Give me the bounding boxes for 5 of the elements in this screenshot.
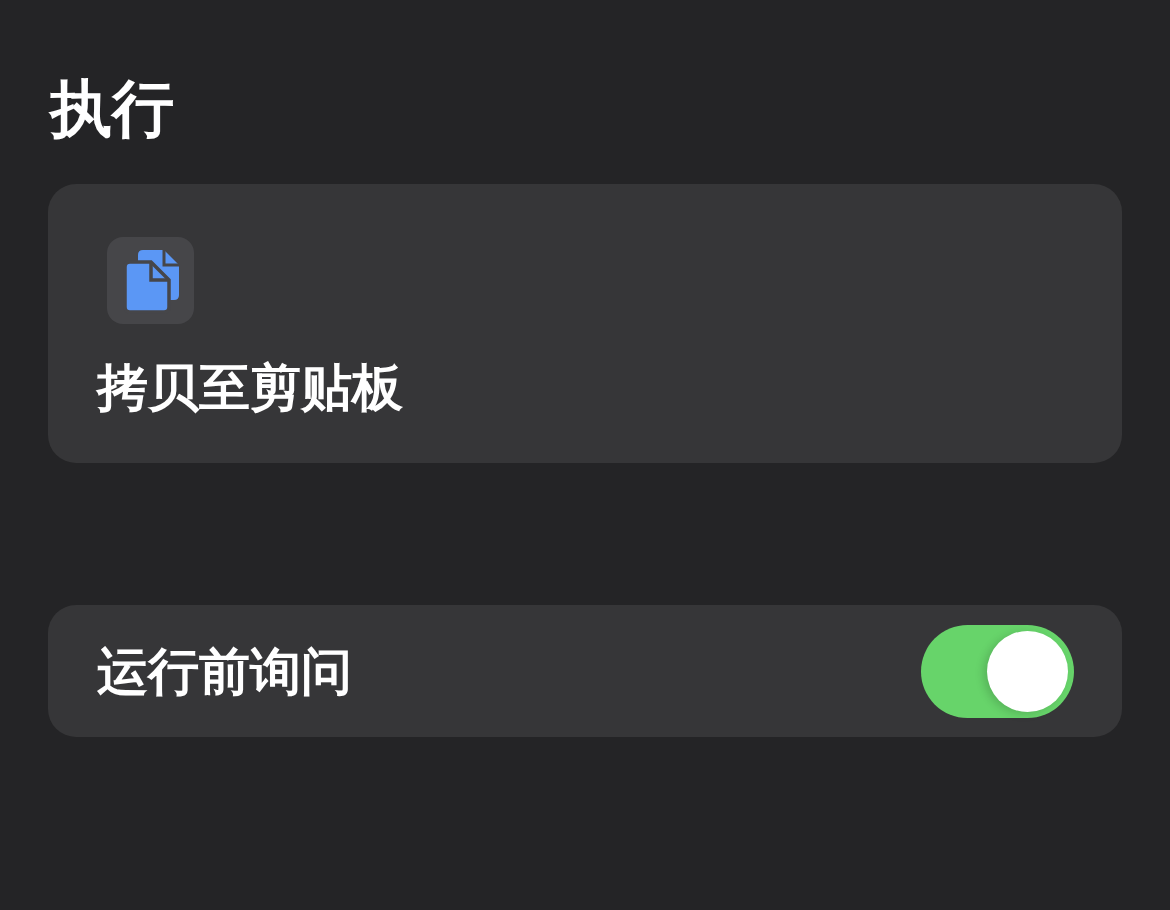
setting-label: 运行前询问 bbox=[97, 640, 352, 702]
action-title: 拷贝至剪贴板 bbox=[97, 357, 403, 418]
documents-icon bbox=[107, 237, 194, 324]
action-card[interactable]: 拷贝至剪贴板 bbox=[48, 184, 1122, 463]
section-title: 执行 bbox=[50, 72, 175, 146]
